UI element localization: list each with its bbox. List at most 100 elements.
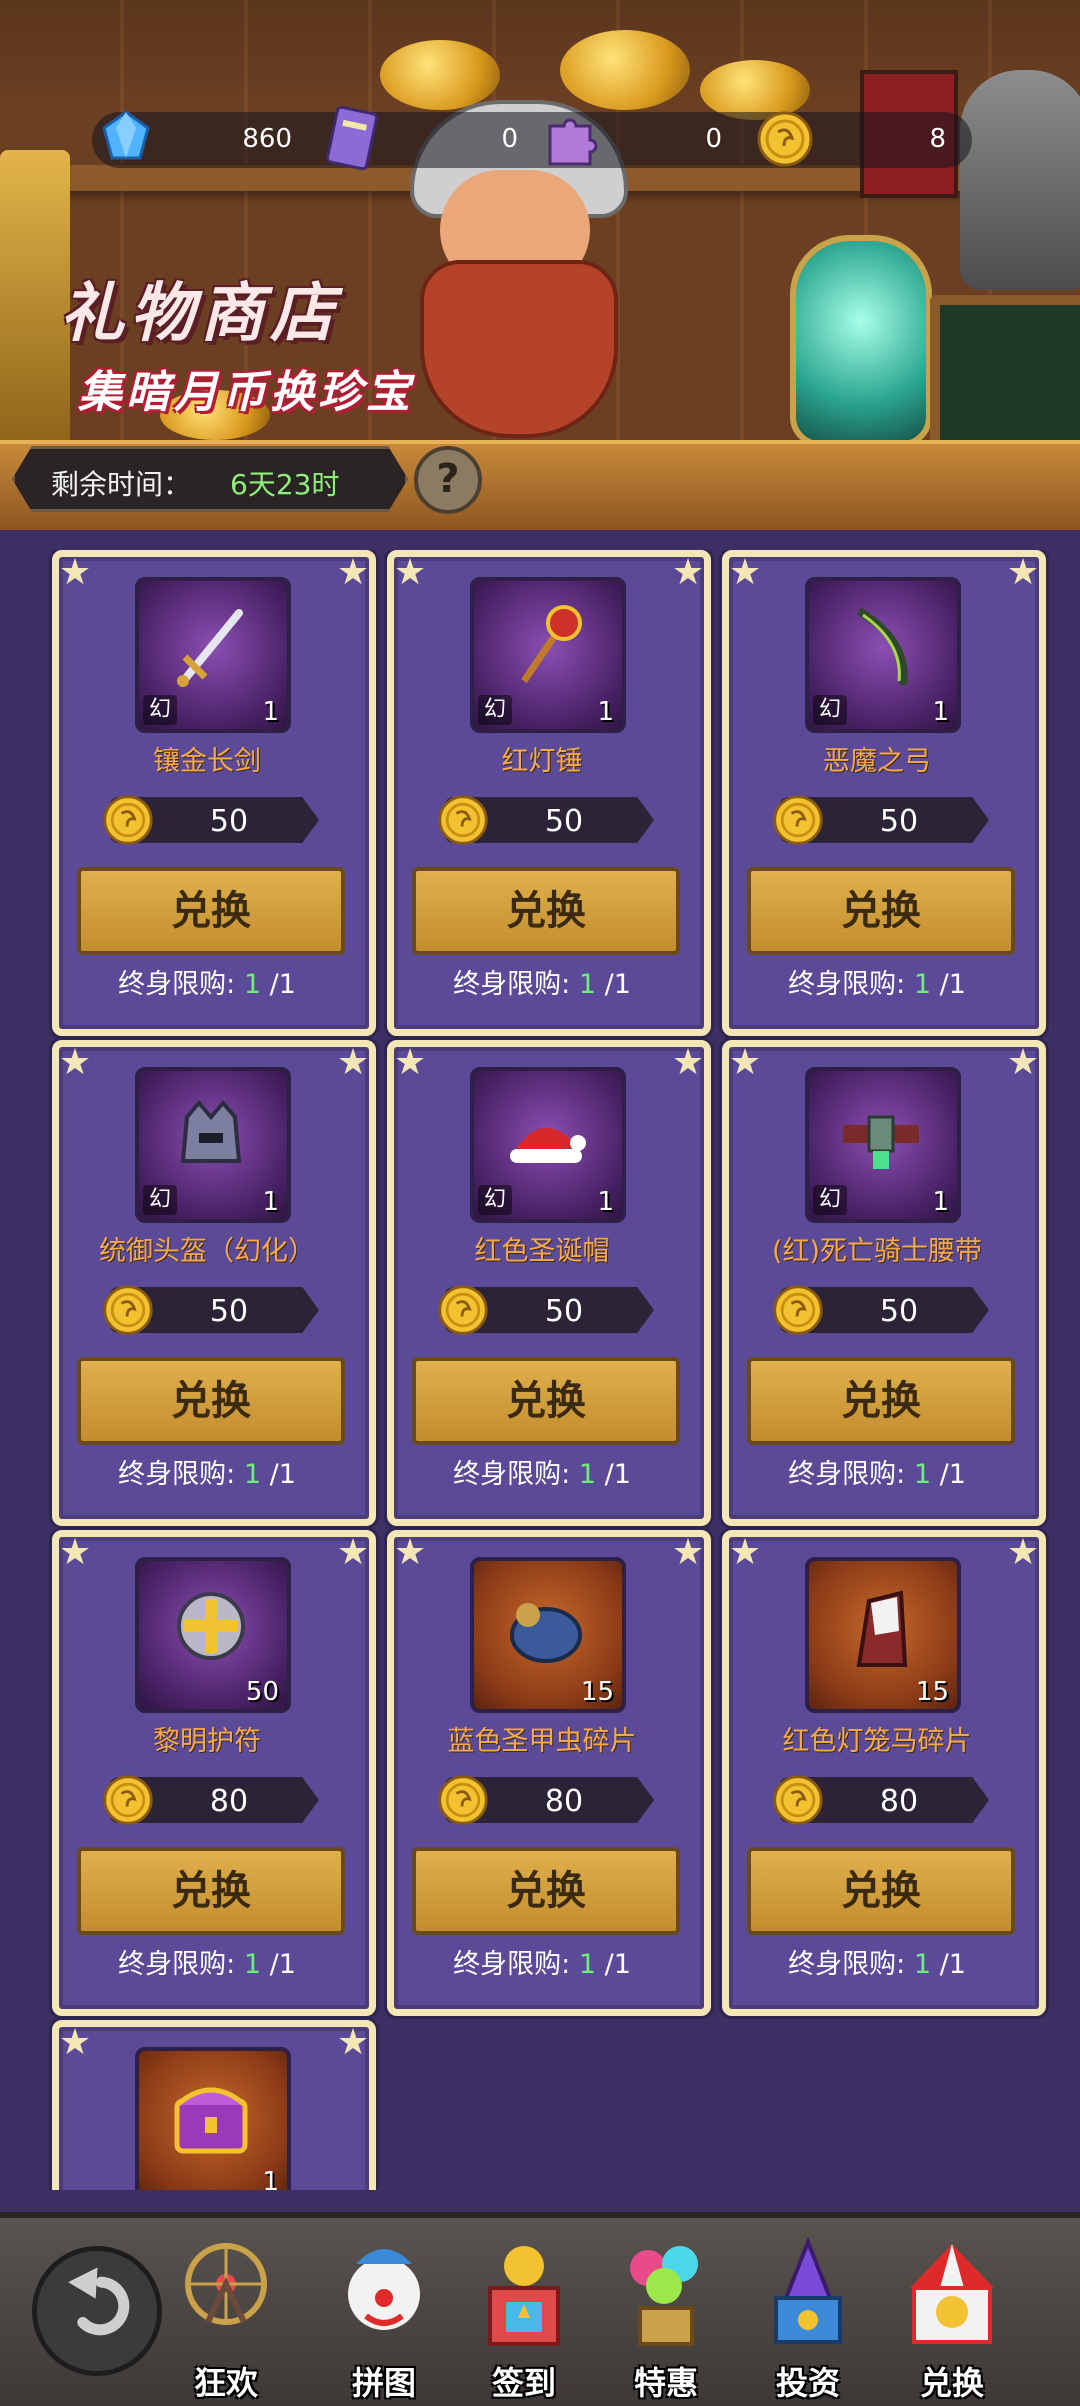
item-quantity: 50 bbox=[245, 1677, 279, 1707]
limit-total: /1 bbox=[939, 1459, 966, 1490]
nav-tab-jack-in-box[interactable]: 签到 bbox=[464, 2238, 584, 2402]
back-button[interactable] bbox=[32, 2246, 162, 2376]
shop-item-card[interactable]: ★★1兑换终身限购: bbox=[52, 2020, 376, 2190]
nav-label: 拼图 bbox=[351, 2364, 416, 2402]
exchange-button[interactable]: 兑换 bbox=[77, 867, 345, 955]
limit-used: 1 bbox=[243, 969, 261, 1000]
timer-label: 剩余时间： bbox=[51, 468, 192, 501]
limit-used: 1 bbox=[913, 1949, 931, 1980]
item-quantity: 1 bbox=[597, 1187, 614, 1217]
remaining-time-banner: 剩余时间： 6天23时 bbox=[12, 446, 408, 512]
nav-label: 特惠 bbox=[633, 2364, 698, 2402]
item-quantity: 1 bbox=[597, 697, 614, 727]
ticket-icon bbox=[326, 106, 378, 170]
exchange-button[interactable]: 兑换 bbox=[747, 1847, 1015, 1935]
nav-tab-clown[interactable]: 拼图 bbox=[324, 2238, 444, 2402]
item-icon-frame[interactable]: 幻1 bbox=[470, 1067, 626, 1223]
star-icon: ★ bbox=[58, 1532, 92, 1573]
star-icon: ★ bbox=[393, 1042, 427, 1083]
exchange-button[interactable]: 兑换 bbox=[747, 867, 1015, 955]
item-price: 50 bbox=[544, 804, 584, 839]
limit-label: 终身限购: bbox=[453, 1949, 571, 1980]
item-tag: 幻 bbox=[813, 1185, 847, 1215]
moon-coin-icon bbox=[773, 1775, 823, 1825]
item-icon-frame[interactable]: 幻1 bbox=[470, 577, 626, 733]
limit-used: 1 bbox=[578, 1949, 596, 1980]
star-icon: ★ bbox=[1006, 1042, 1040, 1083]
purchase-limit: 终身限购: 1 /1 bbox=[729, 1452, 1025, 1491]
shop-item-card[interactable]: ★ ★ 幻 1 恶魔之弓 50 兑换 终身限购: 1 /1 bbox=[722, 550, 1046, 1036]
star-icon: ★ bbox=[336, 2022, 370, 2063]
item-price: 50 bbox=[879, 1294, 919, 1329]
limit-total: /1 bbox=[269, 969, 296, 1000]
limit-label: 终身限购: bbox=[788, 1459, 906, 1490]
item-name: 蓝色圣甲虫碎片 bbox=[447, 1726, 637, 1757]
item-icon-frame[interactable]: 15 bbox=[470, 1557, 626, 1713]
item-icon-frame[interactable]: 幻1 bbox=[135, 1067, 291, 1223]
shop-item-card[interactable]: ★ ★ 幻 1 统御头盔（幻化） 50 兑换 终身限购: 1 /1 bbox=[52, 1040, 376, 1526]
puzzle-currency[interactable]: 0 bbox=[542, 112, 762, 168]
nav-label: 狂欢 bbox=[193, 2364, 258, 2402]
star-icon: ★ bbox=[728, 552, 762, 593]
limit-total: /1 bbox=[269, 1949, 296, 1980]
shop-item-card[interactable]: ★ ★ 幻 1 红灯锤 50 兑换 终身限购: 1 /1 bbox=[387, 550, 711, 1036]
gem-currency[interactable]: 860 bbox=[92, 110, 312, 168]
item-icon-frame[interactable]: 1 bbox=[135, 2047, 291, 2190]
item-icon-frame[interactable]: 50 bbox=[135, 1557, 291, 1713]
exchange-button[interactable]: 兑换 bbox=[412, 1357, 680, 1445]
limit-total: /1 bbox=[269, 1459, 296, 1490]
item-icon-frame[interactable]: 幻1 bbox=[805, 577, 961, 733]
coin-currency[interactable]: 8 bbox=[756, 111, 972, 168]
item-name: 统御头盔（幻化） bbox=[99, 1236, 315, 1267]
help-icon[interactable]: ? bbox=[414, 446, 482, 514]
exchange-button[interactable]: 兑换 bbox=[747, 1357, 1015, 1445]
limit-used: 1 bbox=[578, 969, 596, 1000]
nav-tab-balloons[interactable]: 特惠 bbox=[606, 2238, 726, 2402]
moon-coin-icon bbox=[438, 1285, 488, 1335]
currency-bar: 860 0 0 8 bbox=[92, 106, 972, 170]
puzzle-count: 0 bbox=[705, 124, 722, 154]
exchange-button[interactable]: 兑换 bbox=[412, 867, 680, 955]
exchange-button[interactable]: 兑换 bbox=[77, 1357, 345, 1445]
item-price: 80 bbox=[544, 1784, 584, 1819]
moon-coin-icon bbox=[438, 795, 488, 845]
star-icon: ★ bbox=[728, 1042, 762, 1083]
star-icon: ★ bbox=[58, 1042, 92, 1083]
purchase-limit: 终身限购: 1 /1 bbox=[59, 1942, 355, 1981]
shop-item-card[interactable]: ★ ★ 15 红色灯笼马碎片 80 兑换 终身限购: 1 /1 bbox=[722, 1530, 1046, 2016]
exchange-button[interactable]: 兑换 bbox=[412, 1847, 680, 1935]
purchase-limit: 终身限购: 1 /1 bbox=[59, 962, 355, 1001]
limit-total: /1 bbox=[939, 1949, 966, 1980]
nav-tab-magic-hat[interactable]: 投资 bbox=[748, 2238, 868, 2402]
item-tag: 幻 bbox=[478, 695, 512, 725]
item-name: 黎明护符 bbox=[153, 1726, 261, 1757]
limit-label: 终身限购: bbox=[118, 1459, 236, 1490]
item-tag: 幻 bbox=[478, 1185, 512, 1215]
puzzle-piece-icon bbox=[548, 118, 598, 166]
star-icon: ★ bbox=[58, 2022, 92, 2063]
limit-label: 终身限购: bbox=[118, 969, 236, 1000]
back-arrow-icon bbox=[68, 2267, 130, 2336]
star-icon: ★ bbox=[336, 1532, 370, 1573]
shop-item-card[interactable]: ★ ★ 幻 1 镶金长剑 50 兑换 终身限购: 1 /1 bbox=[52, 550, 376, 1036]
exchange-button[interactable]: 兑换 bbox=[77, 1847, 345, 1935]
limit-total: /1 bbox=[604, 969, 631, 1000]
item-icon-frame[interactable]: 幻1 bbox=[135, 577, 291, 733]
shop-item-card[interactable]: ★ ★ 50 黎明护符 80 兑换 终身限购: 1 /1 bbox=[52, 1530, 376, 2016]
moon-coin-icon bbox=[103, 1775, 153, 1825]
shop-subtitle: 集暗月币换珍宝 bbox=[78, 367, 414, 418]
nav-label: 兑换 bbox=[919, 2364, 984, 2402]
item-icon-frame[interactable]: 15 bbox=[805, 1557, 961, 1713]
item-icon-frame[interactable]: 幻1 bbox=[805, 1067, 961, 1223]
ticket-currency[interactable]: 0 bbox=[326, 106, 548, 170]
star-icon: ★ bbox=[671, 1042, 705, 1083]
limit-label: 终身限购: bbox=[118, 1949, 236, 1980]
shop-item-card[interactable]: ★ ★ 幻 1 (红)死亡骑士腰带 50 兑换 终身限购: 1 /1 bbox=[722, 1040, 1046, 1526]
ticket-count: 0 bbox=[501, 124, 518, 154]
blue-gem-icon bbox=[102, 110, 150, 160]
nav-tab-ferris-wheel[interactable]: 狂欢 bbox=[166, 2238, 286, 2402]
shop-item-card[interactable]: ★ ★ 15 蓝色圣甲虫碎片 80 兑换 终身限购: 1 /1 bbox=[387, 1530, 711, 2016]
limit-label: 终身限购: bbox=[788, 969, 906, 1000]
nav-tab-circus-tent[interactable]: 兑换 bbox=[892, 2238, 1012, 2402]
shop-item-card[interactable]: ★ ★ 幻 1 红色圣诞帽 50 兑换 终身限购: 1 /1 bbox=[387, 1040, 711, 1526]
